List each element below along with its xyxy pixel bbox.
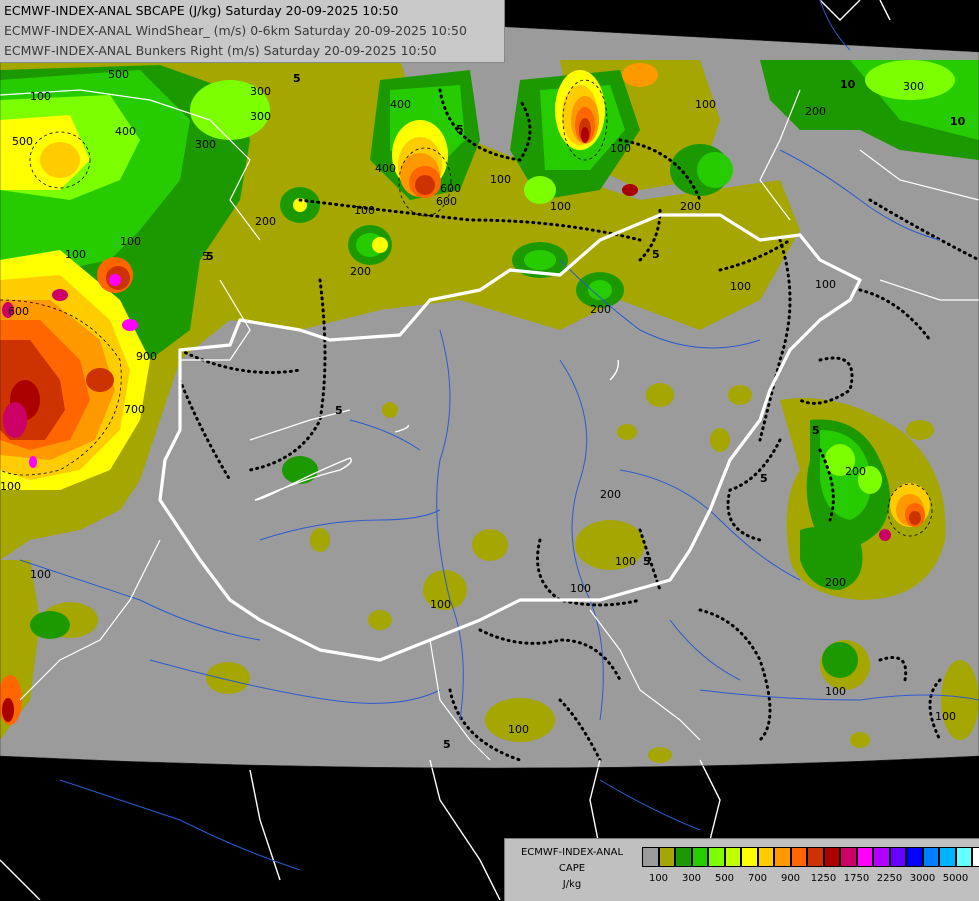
- map-label: 100: [30, 90, 51, 103]
- map-label: 900: [136, 350, 157, 363]
- map-label: 5: [643, 555, 651, 568]
- map-label: 200: [680, 200, 701, 213]
- map-label: 100: [935, 710, 956, 723]
- legend-swatch: [955, 847, 972, 867]
- legend-swatch: [790, 847, 807, 867]
- map-label: 5: [456, 123, 464, 136]
- map-label: 100: [825, 685, 846, 698]
- legend-swatch: [922, 847, 939, 867]
- legend-swatch: [906, 847, 923, 867]
- legend-tick-label: 500: [714, 873, 735, 884]
- map-label: 500: [108, 68, 129, 81]
- map-label: 300: [250, 110, 271, 123]
- map-label: 100: [610, 142, 631, 155]
- legend-swatch: [939, 847, 956, 867]
- map-label: 100: [490, 173, 511, 186]
- map-label: 600: [436, 195, 457, 208]
- map-label: 5: [202, 250, 209, 263]
- legend-swatch: [823, 847, 840, 867]
- legend-swatch: [691, 847, 708, 867]
- map-label: 300: [250, 85, 271, 98]
- map-label: 200: [845, 465, 866, 478]
- cape-field: 500 100 400 500 300 600 100 5 300 100 70…: [0, 0, 979, 768]
- map-label: 100: [730, 280, 751, 293]
- cape-map: 500 100 400 500 300 600 100 5 300 100 70…: [0, 0, 979, 900]
- legend-swatch: [889, 847, 906, 867]
- legend-swatch: [741, 847, 758, 867]
- map-label: 5: [335, 404, 343, 417]
- map-label: 100: [695, 98, 716, 111]
- map-label: 5: [443, 738, 451, 751]
- legend-swatch: [658, 847, 675, 867]
- map-label: 100: [550, 200, 571, 213]
- cape-legend: ECMWF-INDEX-ANAL CAPE J/kg 100 300 500 700 9…: [504, 838, 979, 901]
- legend-tick-label: 1750: [843, 873, 870, 884]
- map-label: 5: [760, 472, 768, 485]
- map-label: 200: [590, 303, 611, 316]
- map-label: 700: [124, 403, 145, 416]
- title-windshear: ECMWF-INDEX-ANAL WindShear_ (m/s) 0-6km …: [4, 23, 467, 38]
- map-label: 600: [8, 305, 29, 318]
- map-label: 10: [950, 115, 966, 128]
- map-label: 100: [65, 248, 86, 261]
- legend-swatch: [724, 847, 741, 867]
- map-label: 200: [600, 488, 621, 501]
- legend-swatch: [757, 847, 774, 867]
- legend-swatch: [873, 847, 890, 867]
- legend-swatch: [972, 847, 979, 867]
- map-label: 300: [903, 80, 924, 93]
- map-label: 100: [430, 598, 451, 611]
- map-title-panel: ECMWF-INDEX-ANAL SBCAPE (J/kg) Saturday …: [0, 0, 505, 63]
- legend-tick-label: 900: [780, 873, 801, 884]
- map-label: 200: [350, 265, 371, 278]
- map-label: 600: [440, 182, 461, 195]
- title-sbcape: ECMWF-INDEX-ANAL SBCAPE (J/kg) Saturday …: [4, 3, 399, 18]
- map-label: 5: [293, 72, 301, 85]
- map-label: 400: [115, 125, 136, 138]
- legend-swatch: [774, 847, 791, 867]
- legend-swatch: [708, 847, 725, 867]
- title-bunkers: ECMWF-INDEX-ANAL Bunkers Right (m/s) Sat…: [4, 43, 437, 58]
- legend-tick-label: 300: [681, 873, 702, 884]
- map-label: 5: [652, 248, 660, 261]
- map-label: 100: [30, 568, 51, 581]
- legend-tick-label: 2250: [876, 873, 903, 884]
- legend-swatches: [642, 847, 979, 867]
- map-label: 5: [812, 424, 820, 437]
- map-label: 100: [815, 278, 836, 291]
- legend-tick-label: 700: [747, 873, 768, 884]
- map-label: 100: [354, 204, 375, 217]
- legend-swatch: [642, 847, 659, 867]
- legend-swatch: [840, 847, 857, 867]
- legend-tick-label: 3000: [909, 873, 936, 884]
- legend-source: ECMWF-INDEX-ANAL: [520, 847, 624, 858]
- legend-tick-label: 100: [648, 873, 669, 884]
- map-label: 500: [12, 135, 33, 148]
- legend-swatch: [807, 847, 824, 867]
- map-label: 300: [195, 138, 216, 151]
- map-label: 100: [0, 480, 21, 493]
- map-label: 100: [508, 723, 529, 736]
- map-label: 100: [570, 582, 591, 595]
- legend-tick-label: 5000: [942, 873, 969, 884]
- map-label: 10: [840, 78, 856, 91]
- map-label: 400: [390, 98, 411, 111]
- legend-tick-label: 1250: [810, 873, 837, 884]
- map-label: 200: [805, 105, 826, 118]
- map-label: 200: [825, 576, 846, 589]
- map-label: 400: [375, 162, 396, 175]
- legend-swatch: [856, 847, 873, 867]
- map-label: 200: [255, 215, 276, 228]
- map-label: 100: [615, 555, 636, 568]
- legend-ticks: 100 300 500 700 900 1250 1750 2250 3000 5000: [505, 873, 979, 887]
- legend-swatch: [675, 847, 692, 867]
- map-label: 100: [120, 235, 141, 248]
